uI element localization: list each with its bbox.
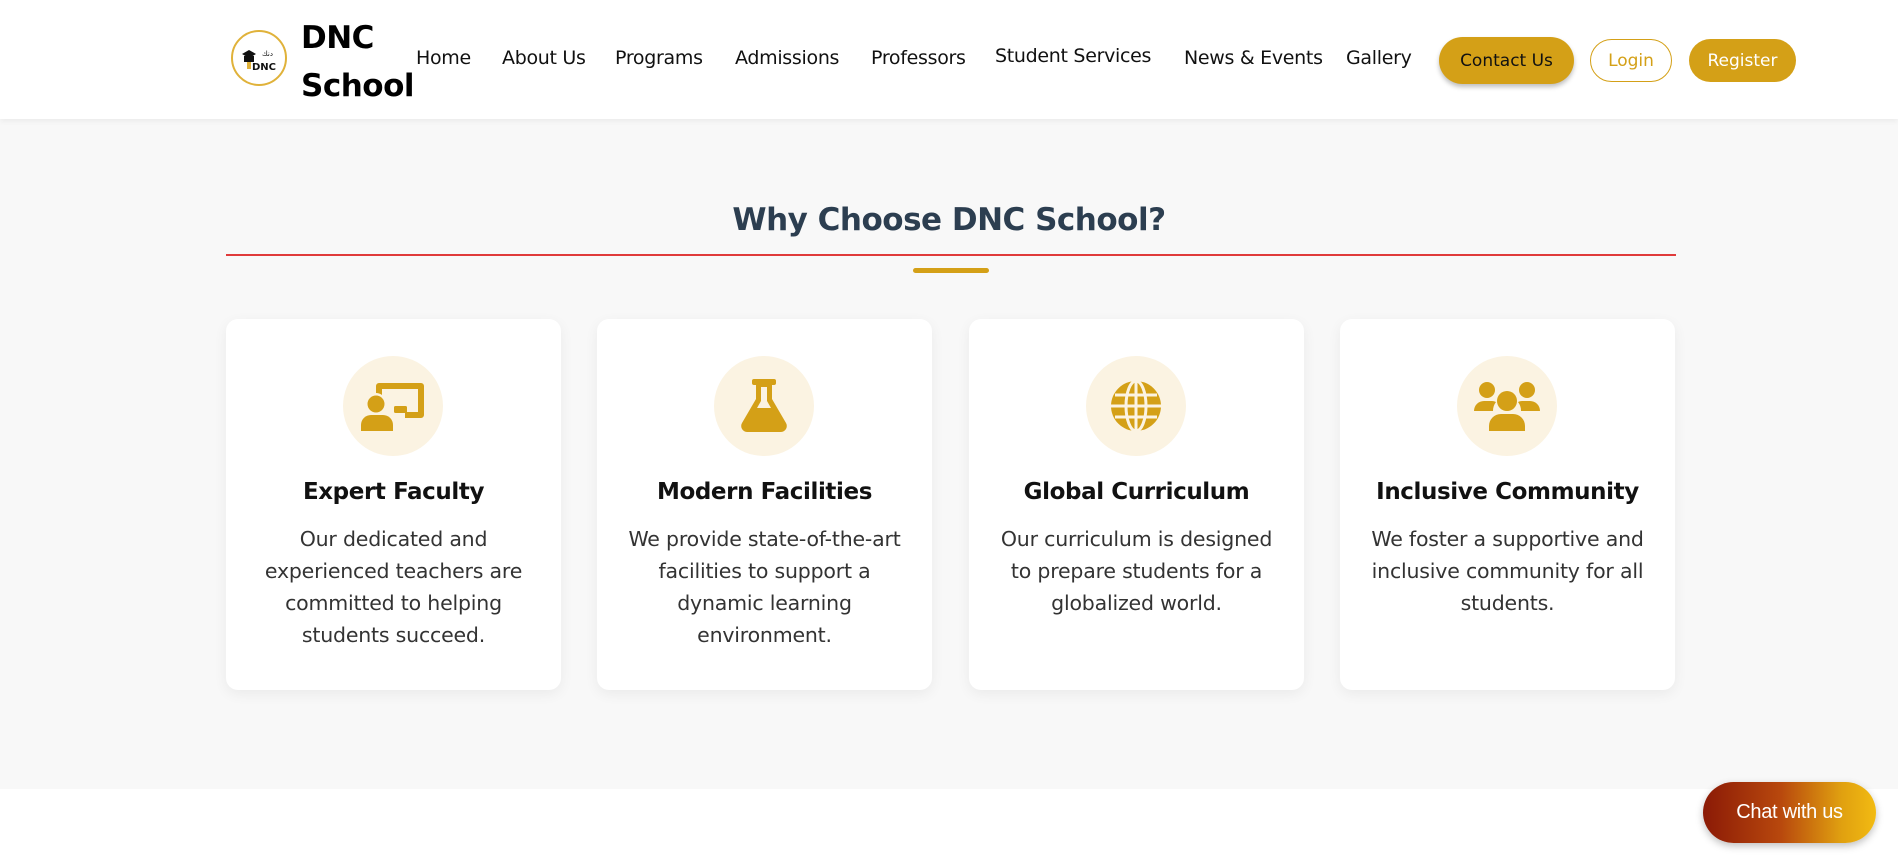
feature-title: Modern Facilities: [656, 479, 872, 505]
feature-icon-wrap: [343, 356, 443, 456]
users-icon: [1474, 382, 1540, 431]
brand-name-line1: DNC: [301, 20, 374, 56]
nav-programs[interactable]: Programs: [615, 47, 703, 69]
title-accent-bar: [913, 268, 989, 273]
feature-icon-wrap: [714, 356, 814, 456]
top-navbar: ﺩﻧﻚ DNC DNC School Home About Us Program…: [0, 0, 1898, 119]
nav-about-us[interactable]: About Us: [502, 47, 586, 69]
section-title: Why Choose DNC School?: [732, 202, 1166, 238]
chat-with-us-button[interactable]: Chat with us: [1703, 782, 1876, 843]
feature-icon-wrap: [1457, 356, 1557, 456]
feature-title: Expert Faculty: [302, 479, 485, 505]
school-logo-mark: ﺩﻧﻚ DNC: [237, 36, 281, 80]
nav-news-events[interactable]: News & Events: [1184, 47, 1323, 69]
feature-card-expert-faculty: Expert Faculty Our dedicated and experie…: [226, 319, 561, 690]
feature-description: Our dedicated and experienced teachers a…: [264, 527, 523, 647]
feature-card-inclusive-community: Inclusive Community We foster a supporti…: [1340, 319, 1675, 690]
feature-description: We foster a supportive and inclusive com…: [1371, 527, 1644, 615]
svg-text:DNC: DNC: [252, 62, 276, 73]
feature-card-global-curriculum: Global Curriculum Our curriculum is desi…: [969, 319, 1304, 690]
brand-name-line2: School: [301, 68, 415, 104]
feature-title: Global Curriculum: [1023, 479, 1250, 505]
nav-home[interactable]: Home: [416, 47, 471, 69]
feature-icon-wrap: [1086, 356, 1186, 456]
globe-icon: [1111, 380, 1161, 432]
school-logo[interactable]: ﺩﻧﻚ DNC: [231, 30, 287, 86]
nav-admissions[interactable]: Admissions: [735, 47, 839, 69]
teacher-board-icon: [361, 383, 424, 431]
nav-student-services[interactable]: Student Services: [995, 45, 1151, 67]
feature-card-modern-facilities: Modern Facilities We provide state-of-th…: [597, 319, 932, 690]
login-button[interactable]: Login: [1590, 39, 1672, 82]
feature-description: Our curriculum is designed to prepare st…: [1000, 527, 1273, 615]
title-divider: [226, 254, 1676, 256]
svg-text:ﺩﻧﻚ: ﺩﻧﻚ: [262, 50, 273, 58]
nav-professors[interactable]: Professors: [871, 47, 966, 69]
nav-gallery[interactable]: Gallery: [1346, 47, 1412, 69]
register-button[interactable]: Register: [1689, 39, 1796, 82]
contact-us-button[interactable]: Contact Us: [1439, 37, 1574, 84]
feature-title: Inclusive Community: [1376, 479, 1639, 505]
feature-description: We provide state-of-the-art facilities t…: [628, 527, 901, 647]
flask-icon: [741, 379, 787, 432]
brand-name[interactable]: DNC School: [301, 14, 421, 110]
